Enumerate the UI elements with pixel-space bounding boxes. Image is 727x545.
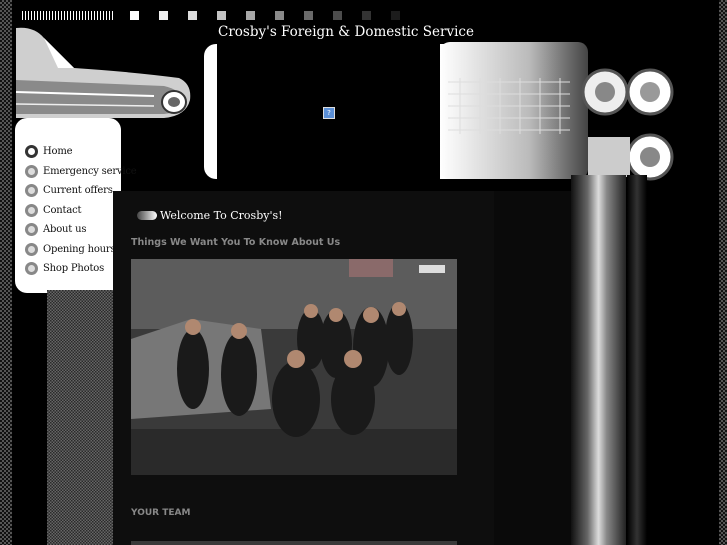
second-photo — [131, 541, 457, 545]
radio-bullet-icon — [25, 203, 38, 217]
radio-bullet-icon — [25, 183, 38, 197]
nav-item-current-offers[interactable]: Current offers — [25, 182, 113, 198]
nav-label: Opening hours — [43, 243, 116, 255]
nav-label: Current offers — [43, 184, 113, 196]
nav-label: Emergency service — [43, 165, 137, 177]
chrome-shadow-column — [627, 175, 647, 545]
site-title: Crosby's Foreign & Domestic Service — [218, 24, 474, 40]
nav-label: Home — [43, 145, 73, 157]
subheading: Things We Want You To Know About Us — [131, 237, 341, 248]
left-checker-border — [0, 0, 12, 545]
chrome-bumper-column — [571, 175, 626, 545]
radio-bullet-icon — [25, 222, 38, 236]
nav-item-home[interactable]: Home — [25, 143, 73, 159]
car-grille-illustration — [440, 42, 678, 181]
nav-item-about-us[interactable]: About us — [25, 221, 86, 237]
radio-bullet-icon — [25, 144, 38, 158]
welcome-heading-text: Welcome To Crosby's! — [160, 209, 283, 222]
checker-column — [47, 290, 113, 545]
nav-label: Contact — [43, 204, 82, 216]
nav-item-shop-photos[interactable]: Shop Photos — [25, 260, 104, 276]
radio-bullet-icon — [25, 261, 38, 275]
broken-image-icon: ? — [323, 107, 335, 119]
right-checker-border — [719, 0, 727, 545]
car-tailfin-illustration — [15, 27, 191, 118]
team-photo — [131, 259, 457, 475]
your-team-heading: YOUR TEAM — [131, 508, 191, 518]
radio-bullet-icon — [25, 242, 38, 256]
nav-item-emergency-service[interactable]: Emergency service — [25, 163, 137, 179]
nav-label: Shop Photos — [43, 262, 105, 274]
radio-bullet-icon — [25, 164, 38, 178]
sidebar-nav: Home Emergency service Current offers Co… — [15, 118, 137, 293]
nav-item-opening-hours[interactable]: Opening hours — [25, 241, 116, 257]
barcode-strip — [22, 11, 114, 20]
right-panel — [494, 191, 571, 545]
nav-item-contact[interactable]: Contact — [25, 202, 82, 218]
pill-bullet-icon — [137, 211, 157, 220]
welcome-heading: Welcome To Crosby's! — [137, 209, 283, 222]
nav-label: About us — [43, 223, 87, 235]
